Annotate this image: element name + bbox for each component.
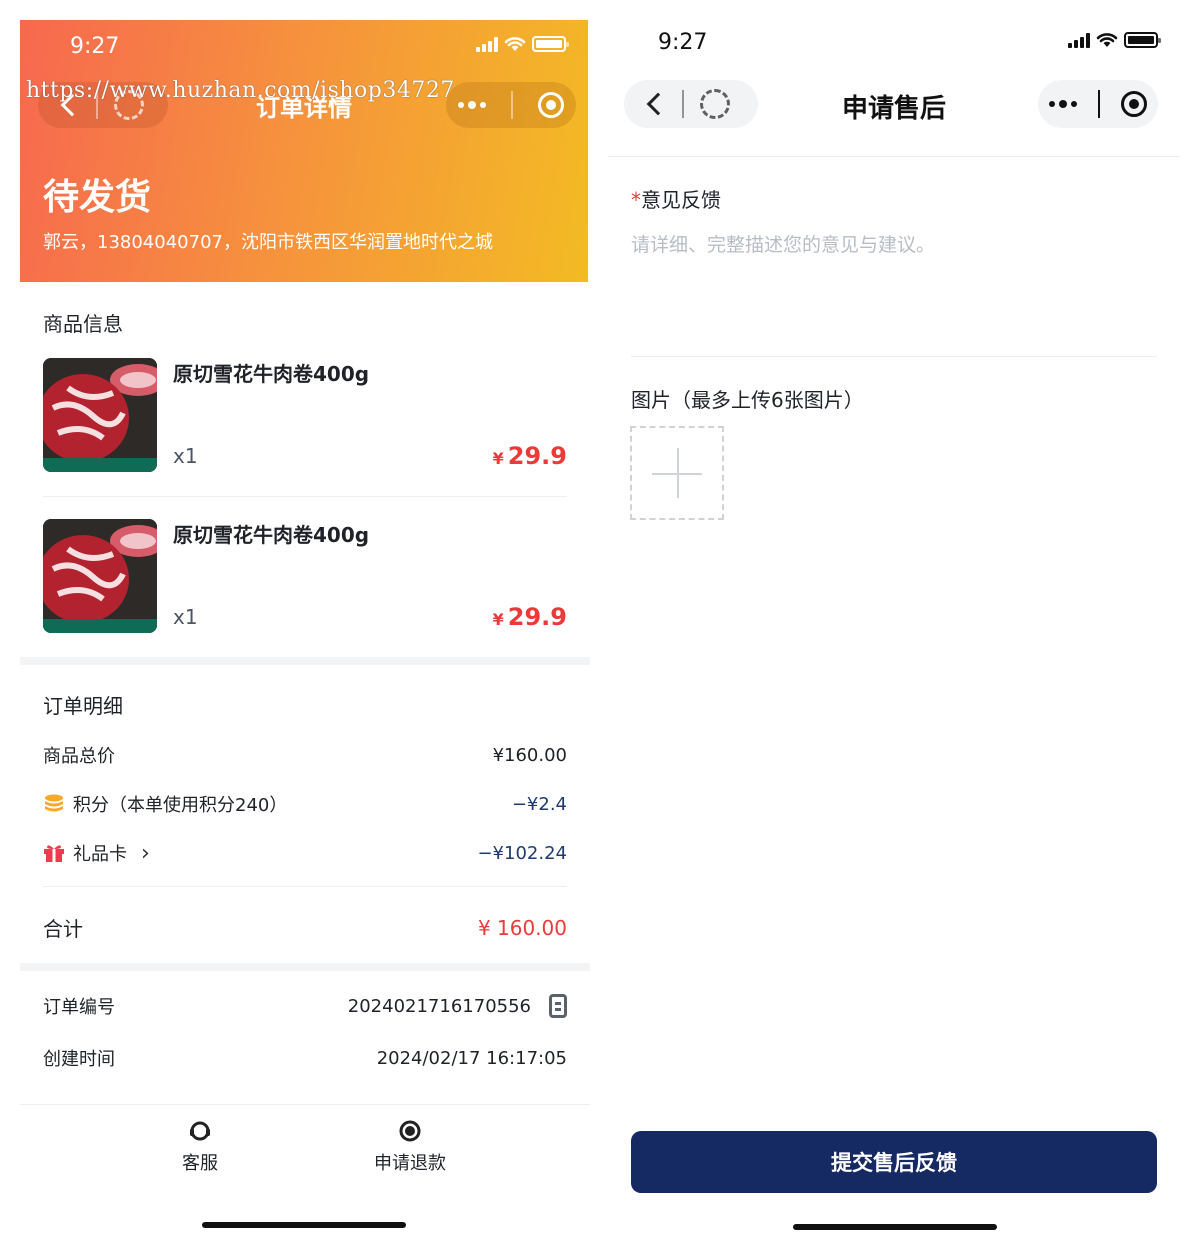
home-indicator [202,1222,406,1228]
created-time-row: 创建时间 2024/02/17 16:17:05 [43,1045,567,1071]
order-number-row: 订单编号 2024021716170556 [43,993,567,1019]
order-detail-screen: 9:27 订单详情 https://www.huzhan.com/ishop34… [20,20,590,1240]
close-miniprogram-icon[interactable] [537,92,564,118]
bottom-action-bar: 客服 申请退款 [20,1104,590,1184]
battery-icon [1124,32,1161,48]
battery-icon [532,36,569,52]
refund-button[interactable]: 申请退款 [360,1119,460,1175]
more-icon[interactable] [458,101,487,109]
headset-icon [190,1121,210,1141]
product-item[interactable]: 原切雪花牛肉卷400g x1 ¥29.9 [43,519,567,635]
section-gap [20,963,590,971]
product-item[interactable]: 原切雪花牛肉卷400g x1 ¥29.9 [43,358,567,474]
total-label: 合计 [43,917,83,941]
submit-feedback-button[interactable]: 提交售后反馈 [631,1131,1157,1193]
product-name: 原切雪花牛肉卷400g [173,362,370,386]
close-miniprogram-icon[interactable] [1121,91,1148,117]
product-image [43,358,157,472]
goods-total-value: ¥160.00 [492,744,567,766]
refund-icon [399,1120,421,1142]
after-sales-screen: 9:27 申请售后 *意见反馈 请详细、完整描述您的意见与建议。 图片（最多上传… [608,20,1180,1240]
goods-total-row: 商品总价 ¥160.00 [43,742,567,768]
more-icon[interactable] [1048,100,1077,108]
wifi-icon [504,37,526,51]
detail-section-title: 订单明细 [43,694,123,718]
order-status-header: 9:27 订单详情 https://www.huzhan.com/ishop34… [20,20,588,282]
giftcard-value: −¥102.24 [477,842,567,864]
order-number-value: 2024021716170556 [347,995,531,1017]
signal-icon [476,36,498,52]
order-status: 待发货 [43,177,152,218]
divider [43,496,567,497]
section-gap [20,657,590,665]
total-row: 合计 ¥ 160.00 [43,913,567,942]
add-image-button[interactable] [630,426,724,520]
status-time: 9:27 [70,34,120,59]
nav-capsule-right[interactable] [446,82,576,128]
product-image [43,519,157,633]
goods-total-label: 商品总价 [43,746,115,767]
giftcard-row[interactable]: 礼品卡 › −¥102.24 [43,840,567,866]
status-time: 9:27 [658,30,708,55]
total-value: ¥ 160.00 [477,915,567,940]
feedback-label: *意见反馈 [631,188,721,212]
products-section-title: 商品信息 [43,312,123,336]
product-qty: x1 [173,605,198,629]
required-mark: * [631,188,641,212]
feedback-textarea[interactable]: 请详细、完整描述您的意见与建议。 [631,230,935,257]
gift-icon [44,845,64,862]
watermark: https://www.huzhan.com/ishop34727 [26,78,455,103]
product-price: ¥29.9 [492,603,567,631]
order-number-label: 订单编号 [43,997,115,1018]
refund-label: 申请退款 [374,1153,446,1174]
home-indicator [793,1224,997,1230]
chevron-right-icon: › [141,840,150,866]
created-time-label: 创建时间 [43,1049,115,1070]
customer-service-button[interactable]: 客服 [150,1119,250,1175]
divider [43,886,567,887]
points-value: −¥2.4 [511,793,567,815]
product-name: 原切雪花牛肉卷400g [173,523,370,547]
customer-service-label: 客服 [182,1153,218,1174]
product-price: ¥29.9 [492,442,567,470]
shipping-address: 郭云，13804040707，沈阳市铁西区华润置地时代之城 [43,232,493,253]
status-icons [1068,32,1161,48]
giftcard-label: 礼品卡 [73,844,127,865]
created-time-value: 2024/02/17 16:17:05 [376,1047,567,1069]
points-label: 积分（本单使用积分240） [73,795,288,816]
wifi-icon [1096,33,1118,47]
status-icons [476,36,569,52]
capsule-divider [1097,90,1100,118]
coins-icon [45,794,63,812]
header-divider [608,156,1180,157]
capsule-divider [510,91,513,119]
points-row: 积分（本单使用积分240） −¥2.4 [43,791,567,817]
nav-capsule-right[interactable] [1038,80,1158,128]
divider [631,356,1157,357]
images-label: 图片（最多上传6张图片） [631,388,864,412]
copy-icon[interactable] [549,994,567,1018]
signal-icon [1068,32,1090,48]
product-qty: x1 [173,444,198,468]
